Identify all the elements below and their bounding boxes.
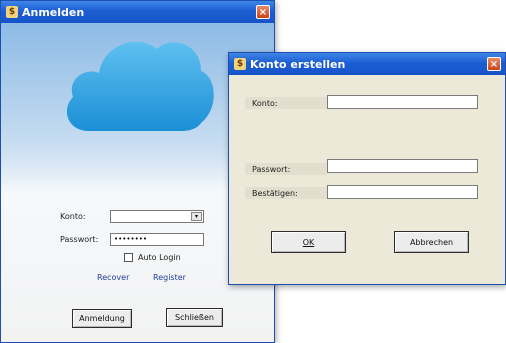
recover-link[interactable]: Recover [97, 273, 129, 282]
close-icon[interactable]: × [487, 57, 501, 71]
login-button[interactable]: Anmeldung [72, 309, 132, 328]
konto-label: Konto: [60, 212, 86, 221]
konto-combobox[interactable]: ▾ [110, 210, 204, 223]
ok-button[interactable]: OK [271, 231, 346, 253]
app-icon: $ [234, 58, 246, 70]
passwort-input-value: •••••••• [114, 235, 148, 243]
login-window-title: Anmelden [22, 5, 85, 19]
create-account-window: $ Konto erstellen × Konto: Passwort: Bes… [228, 52, 506, 285]
dropdown-arrow-icon[interactable]: ▾ [191, 212, 202, 221]
ok-button-label: OK [302, 237, 315, 247]
create-konto-input[interactable] [327, 95, 478, 109]
create-window-title: Konto erstellen [250, 57, 346, 71]
create-passwort-label: Passwort: [252, 165, 291, 174]
bestaetigen-input[interactable] [327, 185, 478, 199]
create-passwort-input[interactable] [327, 159, 478, 173]
create-konto-label: Konto: [252, 99, 278, 108]
login-titlebar[interactable]: $ Anmelden × [1, 1, 274, 23]
passwort-label: Passwort: [60, 235, 99, 244]
close-button-label: Schließen [175, 313, 214, 322]
close-button[interactable]: Schließen [166, 308, 223, 327]
cloud-icon [66, 41, 214, 131]
auto-login-label: Auto Login [138, 253, 181, 262]
app-icon: $ [6, 6, 18, 18]
login-button-label: Anmeldung [79, 314, 125, 323]
create-titlebar[interactable]: $ Konto erstellen × [229, 53, 505, 75]
close-icon[interactable]: × [256, 5, 270, 19]
passwort-input[interactable]: •••••••• [110, 233, 204, 246]
cancel-button-label: Abbrechen [409, 237, 454, 247]
register-link[interactable]: Register [153, 273, 186, 282]
cancel-button[interactable]: Abbrechen [394, 231, 469, 253]
auto-login-checkbox[interactable] [124, 253, 133, 262]
bestaetigen-label: Bestätigen: [252, 189, 298, 198]
